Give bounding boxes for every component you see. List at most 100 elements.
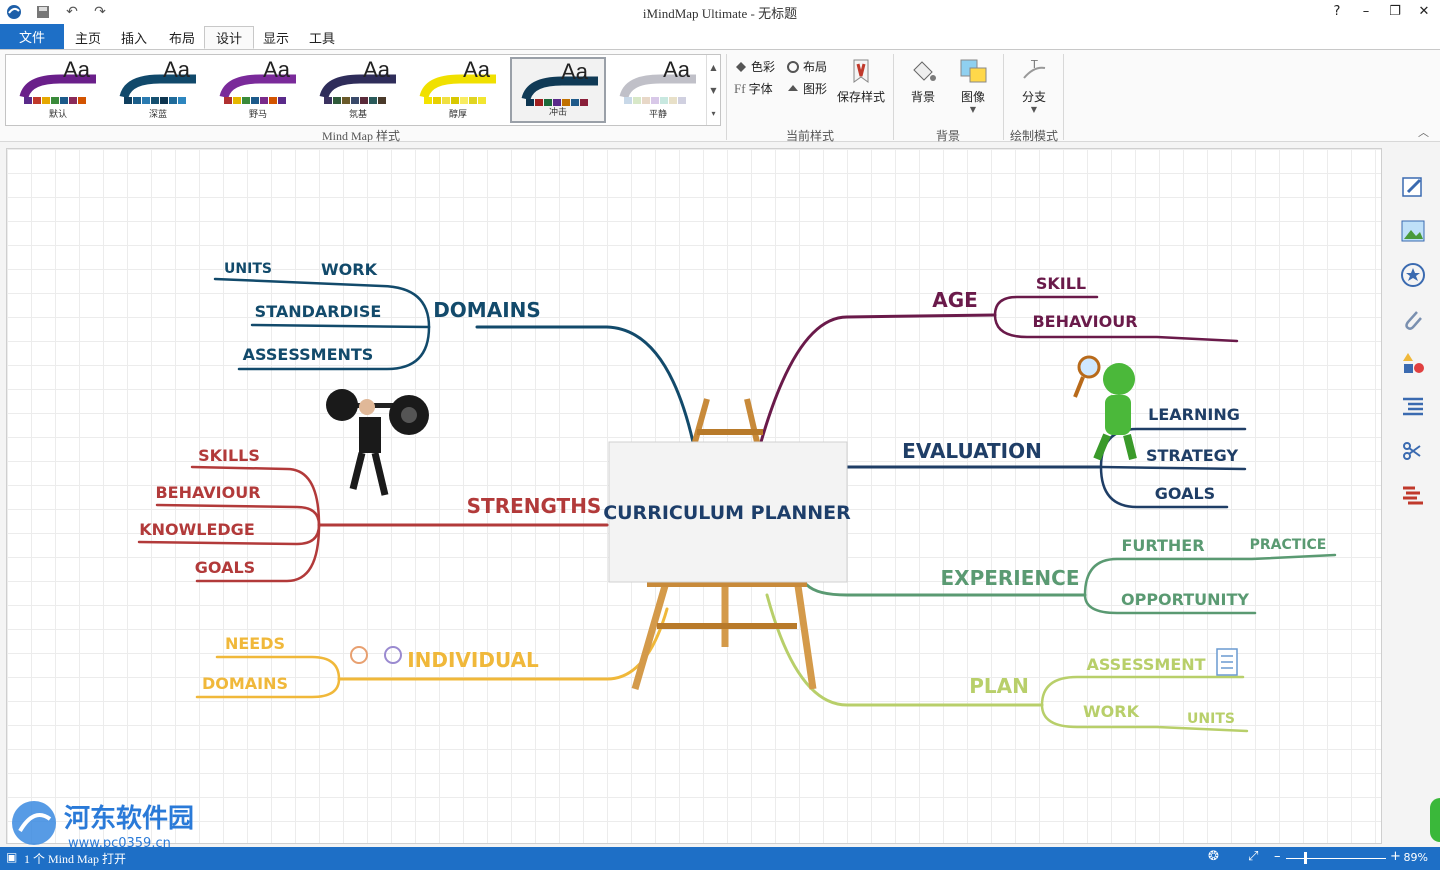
subtopic[interactable]: GOALS <box>195 558 255 577</box>
green-tab[interactable] <box>1430 798 1440 842</box>
style-label: 平静 <box>648 110 667 120</box>
branch-button[interactable]: T 分支 ▼ <box>1012 56 1056 114</box>
zoom-slider[interactable] <box>1286 858 1386 859</box>
color-button[interactable]: 色彩 <box>734 58 775 75</box>
style-swatch <box>324 97 387 104</box>
close-button[interactable]: ✕ <box>1409 0 1439 22</box>
zoom-in-button[interactable]: + <box>1390 849 1401 864</box>
watermark: 河东软件园 www.pc0359.cn <box>6 797 246 852</box>
style-option[interactable]: Aa 默认 <box>10 57 106 123</box>
main-branch-topic[interactable]: DOMAINS <box>433 298 541 322</box>
save-style-icon <box>846 56 876 86</box>
style-preview-text: Aa <box>363 57 390 82</box>
easel-image <box>608 398 848 690</box>
restore-button[interactable]: ❐ <box>1380 0 1410 22</box>
mindmap-canvas[interactable]: CURRICULUM PLANNER DOMAINS WORK UNITS ST… <box>6 148 1382 844</box>
subtopic[interactable]: NEEDS <box>225 634 285 653</box>
collapse-ribbon-icon[interactable]: ︿ <box>1418 124 1429 140</box>
subtopic[interactable]: SKILLS <box>198 446 260 465</box>
style-option[interactable]: Aa 冲击 <box>510 57 606 123</box>
zoom-slider-thumb[interactable] <box>1304 852 1307 864</box>
edit-notes-icon[interactable] <box>1396 170 1430 204</box>
main-branch-topic[interactable]: STRENGTHS <box>467 494 602 518</box>
layout-label: 布局 <box>803 60 828 74</box>
subtopic[interactable]: ASSESSMENT <box>1086 655 1205 674</box>
chevron-down-icon: ▼ <box>1030 105 1038 114</box>
zoom-out-button[interactable]: – <box>1274 849 1281 864</box>
tab-home[interactable]: 主页 <box>68 26 108 49</box>
tab-view[interactable]: 显示 <box>256 26 296 49</box>
subtopic[interactable]: WORK <box>1083 702 1140 721</box>
zoom-level: 89% <box>1403 851 1428 864</box>
tab-insert[interactable]: 插入 <box>114 26 154 49</box>
subtopic[interactable]: PRACTICE <box>1250 537 1327 553</box>
style-option[interactable]: Aa 醇厚 <box>410 57 506 123</box>
subtopic[interactable]: KNOWLEDGE <box>139 520 255 539</box>
font-button[interactable]: Ff 字体 <box>734 80 773 97</box>
subtopic[interactable]: SKILL <box>1036 274 1086 293</box>
main-branch-topic[interactable]: PLAN <box>969 674 1029 698</box>
subtopic[interactable]: OPPORTUNITY <box>1121 590 1249 609</box>
branch-label: 分支 <box>1021 90 1046 104</box>
shapes-icon[interactable] <box>1396 346 1430 380</box>
weightlifter-image <box>326 389 429 496</box>
subtopic[interactable]: BEHAVIOUR <box>155 483 260 502</box>
ribbon-separator <box>893 54 894 140</box>
ribbon-separator <box>726 54 727 140</box>
central-topic[interactable]: CURRICULUM PLANNER <box>603 502 851 524</box>
subtopic[interactable]: STRATEGY <box>1146 446 1239 465</box>
tab-layout[interactable]: 布局 <box>162 26 202 49</box>
subtopic[interactable]: GOALS <box>1155 484 1215 503</box>
subtopic[interactable]: WORK <box>321 260 378 279</box>
main-branch-topic[interactable]: EXPERIENCE <box>941 566 1080 590</box>
style-preview-text: Aa <box>561 59 588 84</box>
tab-tools[interactable]: 工具 <box>302 26 342 49</box>
style-arc-icon <box>119 74 196 97</box>
scissors-icon[interactable] <box>1396 434 1430 468</box>
branch-line <box>1083 553 1337 597</box>
style-option[interactable]: Aa 深蓝 <box>110 57 206 123</box>
canvas-area: CURRICULUM PLANNER DOMAINS WORK UNITS ST… <box>0 142 1440 847</box>
image-button[interactable]: 图像 ▼ <box>951 56 995 114</box>
presentation-icon[interactable]: ❂ <box>1208 849 1219 864</box>
style-option[interactable]: Aa 氛基 <box>310 57 406 123</box>
style-option[interactable]: Aa 平静 <box>610 57 706 123</box>
minimize-button[interactable]: – <box>1351 0 1381 22</box>
help-button[interactable]: ? <box>1322 0 1352 22</box>
star-icon[interactable] <box>1396 258 1430 292</box>
background-label: 背景 <box>910 90 935 104</box>
style-arc-icon <box>521 76 598 99</box>
subtopic[interactable]: FURTHER <box>1121 536 1204 555</box>
ribbon-separator <box>1003 54 1004 140</box>
font-label: 字体 <box>748 82 773 96</box>
tab-file[interactable]: 文件 <box>0 24 64 49</box>
layout-button[interactable]: 布局 <box>786 58 827 75</box>
main-branch-topic[interactable]: INDIVIDUAL <box>407 648 539 672</box>
main-branch-topic[interactable]: AGE <box>932 288 978 312</box>
style-preview-text: Aa <box>163 57 190 82</box>
subtopic[interactable]: UNITS <box>224 261 272 277</box>
attachment-icon[interactable] <box>1396 302 1430 336</box>
shape-button[interactable]: 图形 <box>786 80 827 97</box>
subtopic[interactable]: BEHAVIOUR <box>1032 312 1137 331</box>
save-style-button[interactable]: 保存样式 <box>836 56 886 105</box>
tab-design[interactable]: 设计 <box>204 26 254 49</box>
branch-line <box>250 323 431 329</box>
style-option[interactable]: Aa 野马 <box>210 57 306 123</box>
mindmap-svg[interactable]: CURRICULUM PLANNER DOMAINSWORKUNITSSTAND… <box>7 149 1382 844</box>
gantt-icon[interactable] <box>1396 478 1430 512</box>
style-swatch <box>424 97 487 104</box>
ribbon: ▲ ▼ ▾ Aa 默认 Aa 深蓝 Aa 野马 Aa 氛基 Aa 醇厚 Aa 冲击 Aa 平静 Mind Ma… <box>0 49 1440 143</box>
subtopic[interactable]: UNITS <box>1187 711 1235 727</box>
subtopic[interactable]: ASSESSMENTS <box>243 345 374 364</box>
outline-icon[interactable] <box>1396 390 1430 424</box>
image-icon[interactable] <box>1396 214 1430 248</box>
main-branch-topic[interactable]: EVALUATION <box>902 439 1042 463</box>
subtopic[interactable]: DOMAINS <box>202 674 288 693</box>
subtopic[interactable]: LEARNING <box>1148 405 1240 424</box>
style-arc-icon <box>19 74 96 97</box>
background-button[interactable]: 背景 <box>901 56 945 105</box>
subtopic[interactable]: STANDARDISE <box>255 302 382 321</box>
gallery-scroll[interactable]: ▲ ▼ ▾ <box>706 55 720 125</box>
fit-screen-icon[interactable]: ⤢ <box>1248 849 1258 864</box>
